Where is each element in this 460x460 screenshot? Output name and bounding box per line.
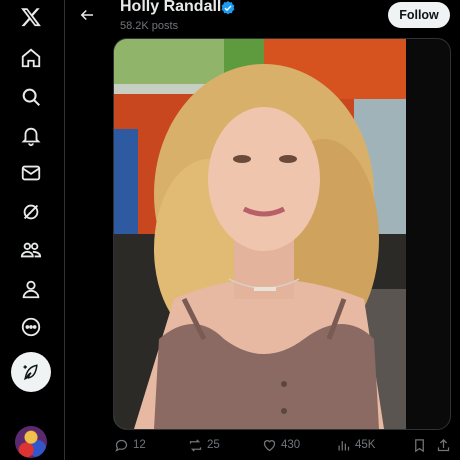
more-icon[interactable] xyxy=(18,314,44,340)
profile-header: Holly Randall 58.2K posts Follow xyxy=(64,0,460,38)
like-count: 430 xyxy=(281,439,301,451)
share-button[interactable] xyxy=(436,436,455,454)
verified-badge-icon xyxy=(221,1,235,15)
sidebar xyxy=(0,0,65,460)
reply-button[interactable]: 12 xyxy=(114,436,146,454)
compose-post-button[interactable] xyxy=(11,352,51,392)
compose-post-icon xyxy=(23,364,38,381)
search-icon[interactable] xyxy=(18,84,44,110)
post-actions: 12 25 430 45K xyxy=(64,432,460,460)
heart-icon xyxy=(263,439,276,451)
x-logo-icon[interactable] xyxy=(18,4,44,30)
bell-icon[interactable] xyxy=(18,123,44,149)
follow-button[interactable]: Follow xyxy=(388,2,450,28)
repost-count: 25 xyxy=(207,439,220,451)
bookmark-button[interactable] xyxy=(412,436,431,454)
account-avatar[interactable] xyxy=(15,426,47,458)
profile-name: Holly Randall xyxy=(120,0,222,15)
profile-icon[interactable] xyxy=(18,276,44,302)
communities-icon[interactable] xyxy=(18,237,44,263)
home-icon[interactable] xyxy=(18,45,44,71)
analytics-icon xyxy=(338,440,350,450)
reply-count: 12 xyxy=(133,439,146,451)
media-viewer xyxy=(113,38,451,430)
grok-icon[interactable] xyxy=(18,199,44,225)
repost-icon xyxy=(189,438,202,452)
arrow-left-icon xyxy=(80,9,93,21)
share-icon xyxy=(437,438,450,451)
views-button[interactable]: 45K xyxy=(336,436,375,454)
like-button[interactable]: 430 xyxy=(262,436,300,454)
view-count: 45K xyxy=(355,439,376,451)
post-photo[interactable] xyxy=(114,39,406,429)
post-count: 58.2K posts xyxy=(120,20,179,32)
repost-button[interactable]: 25 xyxy=(188,436,220,454)
reply-icon xyxy=(115,439,128,452)
back-button[interactable] xyxy=(74,2,100,28)
mail-icon[interactable] xyxy=(18,160,44,186)
bookmark-icon xyxy=(415,438,424,452)
